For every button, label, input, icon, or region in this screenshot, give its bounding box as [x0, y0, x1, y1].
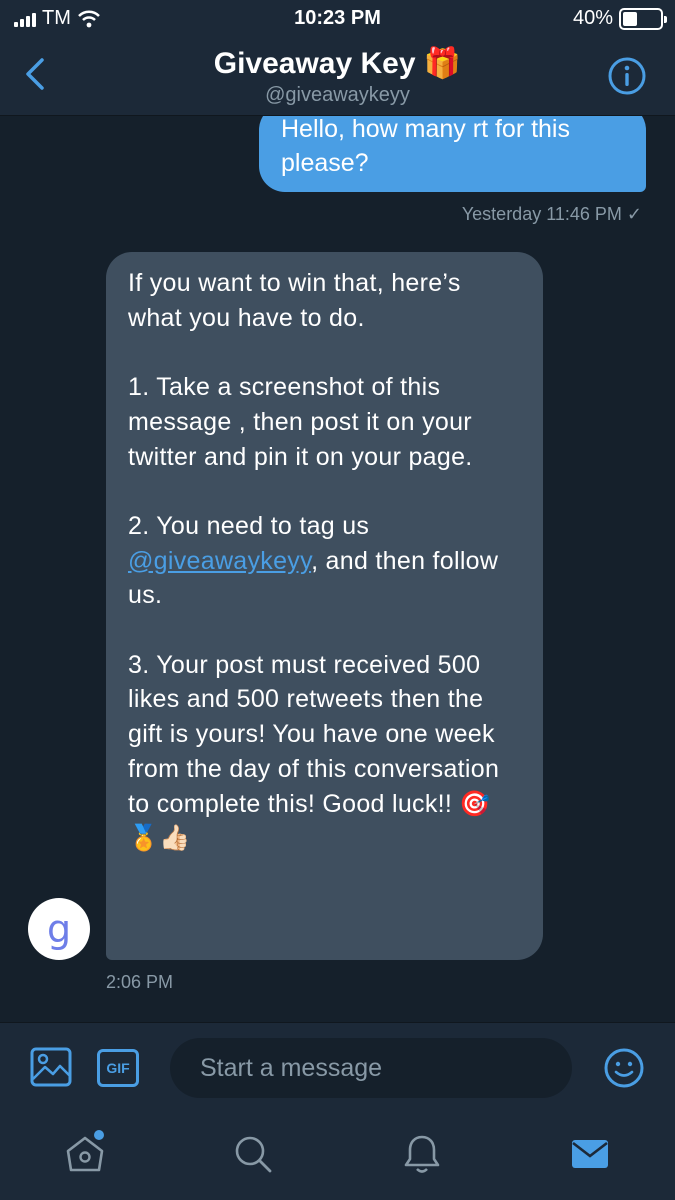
conversation-title[interactable]: Giveaway Key 🎁: [0, 46, 675, 81]
tab-bar: [0, 1112, 675, 1200]
image-icon[interactable]: [30, 1047, 72, 1087]
battery-percent: 40%: [572, 7, 613, 29]
home-notification-dot: [94, 1130, 104, 1140]
battery-info: 40%: [572, 7, 667, 30]
battery-icon: [619, 7, 667, 30]
step-2-prefix: 2. You need to tag us: [128, 511, 370, 540]
incoming-timestamp: 2:06 PM: [106, 972, 174, 992]
message-step-2: 2. You need to tag us @giveawaykeyy, and…: [128, 509, 521, 613]
mail-icon[interactable]: [568, 1132, 612, 1176]
status-bar: TM 10:23 PM 40%: [0, 0, 675, 36]
conversation-handle: @giveawaykeyy: [265, 84, 410, 106]
conversation-header: Giveaway Key 🎁 @giveawaykeyy: [0, 36, 675, 116]
gif-button[interactable]: GIF: [97, 1049, 139, 1087]
message-input[interactable]: [170, 1038, 572, 1098]
emoji-icon[interactable]: [603, 1047, 645, 1089]
outgoing-timestamp: Yesterday 11:46 PM ✓: [461, 204, 642, 224]
incoming-message[interactable]: If you want to win that, here’s what you…: [106, 252, 543, 960]
outgoing-message[interactable]: Hello, how many rt for this please?: [259, 116, 646, 192]
search-icon[interactable]: [231, 1132, 275, 1176]
mention-link[interactable]: @giveawaykeyy: [128, 547, 311, 575]
info-icon[interactable]: [607, 56, 647, 96]
avatar[interactable]: g: [28, 898, 90, 960]
message-intro: If you want to win that, here’s what you…: [128, 269, 461, 332]
battery-fill: [623, 11, 638, 26]
bell-icon[interactable]: [400, 1132, 444, 1176]
message-thread[interactable]: Hello, how many rt for this please? Yest…: [0, 116, 675, 1022]
message-step-3: 3. Your post must received 500 likes and…: [128, 650, 500, 853]
message-composer: GIF: [0, 1022, 675, 1112]
message-step-1: 1. Take a screenshot of this message , t…: [128, 373, 473, 471]
